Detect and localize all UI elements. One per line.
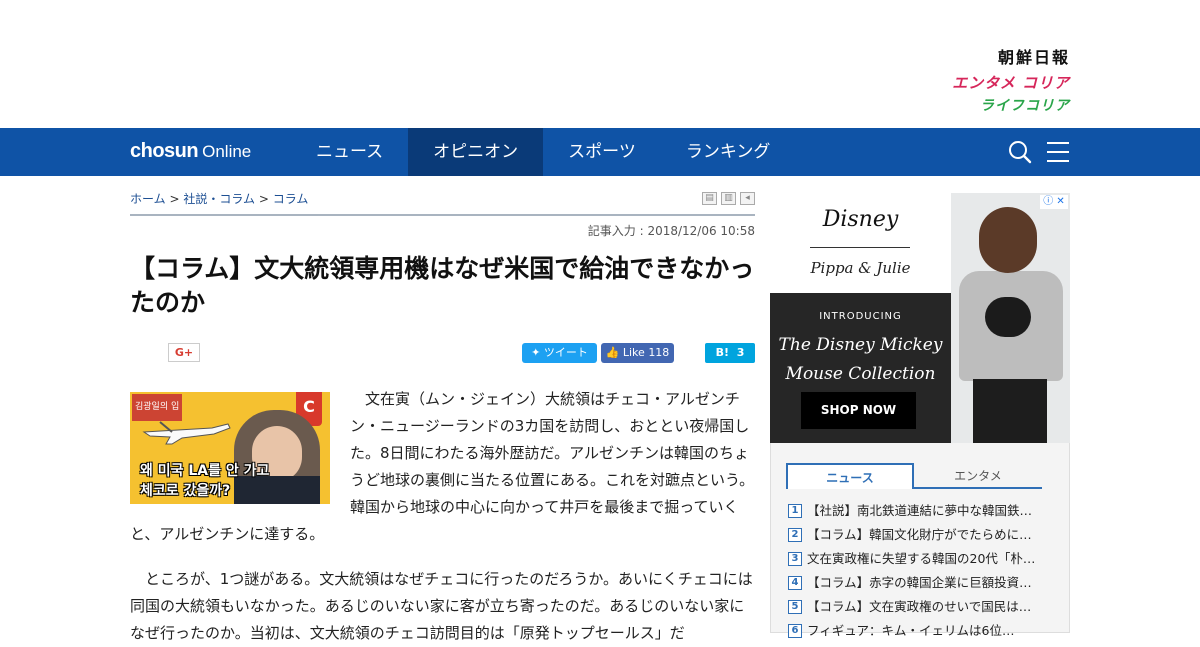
ad-disney-logo: Disney bbox=[822, 207, 899, 232]
entame-korea-link[interactable]: エンタメ コリア bbox=[952, 72, 1070, 93]
rank-title: 【コラム】赤字の韓国企業に巨額投資… bbox=[807, 575, 1032, 590]
rank-number: 6 bbox=[788, 624, 802, 638]
list-item[interactable]: 4 【コラム】赤字の韓国企業に巨額投資… bbox=[788, 571, 1058, 595]
ad-shop-now-button[interactable]: SHOP NOW bbox=[801, 392, 916, 429]
nav-item-sports[interactable]: スポーツ bbox=[543, 128, 661, 176]
mickey-icon bbox=[985, 297, 1031, 337]
rank-number: 1 bbox=[788, 504, 802, 518]
rank-number: 4 bbox=[788, 576, 802, 590]
breadcrumb-sep: > bbox=[169, 192, 180, 206]
rank-number: 3 bbox=[788, 552, 802, 566]
top-header: 朝鮮日報 エンタメ コリア ライフコリア bbox=[0, 0, 1200, 128]
thumbs-up-icon: 👍 bbox=[605, 346, 623, 359]
list-item[interactable]: 3 文在寅政権に失望する韓国の20代「朴… bbox=[788, 547, 1058, 571]
article-body: 김광일의 입 C 왜 미국 LA를 안 가고 체코로 갔을까? 文在寅（ムン・ジ… bbox=[130, 386, 755, 647]
hatena-bookmark-button[interactable]: B! 3 bbox=[705, 343, 755, 363]
airplane-icon bbox=[142, 421, 231, 445]
ranking-box: ニュース エンタメ 1 【社説】南北鉄道連結に夢中な韓国鉄… 2 【コラム】韓国文化… bbox=[770, 443, 1070, 638]
nav-item-ranking[interactable]: ランキング bbox=[661, 128, 796, 176]
search-icon[interactable] bbox=[1008, 140, 1032, 164]
sidebar: Disney Pippa & Julie INTRODUCING The Dis… bbox=[770, 193, 1070, 638]
hamburger-icon[interactable] bbox=[1046, 140, 1070, 164]
ranking-tabs: ニュース エンタメ bbox=[786, 463, 1042, 489]
list-item[interactable]: 1 【社説】南北鉄道連結に夢中な韓国鉄… bbox=[788, 499, 1058, 523]
ad-collection-line2: Mouse Collection bbox=[785, 364, 936, 384]
thumb-caption-line2: 체코로 갔을까? bbox=[140, 483, 231, 499]
ad-dark-panel: INTRODUCING The Disney Mickey Mouse Coll… bbox=[770, 293, 951, 443]
list-item[interactable]: 5 【コラム】文在寅政権のせいで国民は… bbox=[788, 595, 1058, 619]
fb-like-count: 118 bbox=[648, 346, 670, 359]
advertisement[interactable]: Disney Pippa & Julie INTRODUCING The Dis… bbox=[770, 193, 1070, 443]
twitter-icon: ✦ bbox=[531, 346, 544, 359]
list-item[interactable]: 6 フィギュア：キム・イェリムは6位… bbox=[788, 619, 1058, 643]
president-photo bbox=[234, 410, 320, 504]
fb-like-label: Like bbox=[622, 346, 645, 359]
breadcrumb-editorial[interactable]: 社説・コラム bbox=[183, 192, 255, 206]
life-korea-link[interactable]: ライフコリア bbox=[952, 95, 1070, 115]
nav-menu: ニュース オピニオン スポーツ ランキング bbox=[291, 128, 795, 176]
article-dateline: 記事入力 : 2018/12/06 10:58 bbox=[587, 224, 755, 238]
google-plus-button[interactable]: G+ bbox=[168, 343, 200, 362]
tab-news[interactable]: ニュース bbox=[786, 463, 914, 489]
breadcrumb-sep: > bbox=[258, 192, 269, 206]
ad-intro-text: INTRODUCING bbox=[819, 311, 902, 322]
breadcrumb-home[interactable]: ホーム bbox=[130, 192, 166, 206]
breadcrumb: ホーム > 社説・コラム > コラム bbox=[130, 190, 308, 207]
breadcrumb-row: ホーム > 社説・コラム > コラム ▤ ▥ ◂ bbox=[130, 176, 755, 216]
ad-collection-line1: The Disney Mickey bbox=[778, 335, 943, 355]
tab-entame[interactable]: エンタメ bbox=[914, 463, 1042, 489]
logo-bold-text: chosun bbox=[130, 140, 199, 162]
ad-kid-legs bbox=[973, 379, 1047, 443]
main-nav: chosun Online ニュース オピニオン スポーツ ランキング bbox=[0, 128, 1200, 176]
ad-choices-icon[interactable]: ⓘ ✕ bbox=[1040, 195, 1068, 209]
chosun-ilbo-link[interactable]: 朝鮮日報 bbox=[952, 44, 1070, 68]
ad-photo bbox=[951, 193, 1070, 443]
ad-pippa-logo: Pippa & Julie bbox=[810, 259, 911, 277]
article-paragraph-2: ところが、1つ謎がある。文大統領はなぜチェコに行ったのだろうか。あいにくチェコに… bbox=[130, 570, 753, 642]
breadcrumb-column[interactable]: コラム bbox=[273, 192, 309, 206]
nav-icons bbox=[1008, 140, 1070, 164]
video-thumbnail[interactable]: 김광일의 입 C 왜 미국 LA를 안 가고 체코로 갔을까? bbox=[130, 392, 330, 504]
rank-number: 2 bbox=[788, 528, 802, 542]
rank-title: 文在寅政権に失望する韓国の20代「朴… bbox=[807, 551, 1036, 566]
article-title: 【コラム】文大統領専用機はなぜ米国で給油できなかったのか bbox=[130, 254, 755, 317]
ad-left-panel: Disney Pippa & Julie INTRODUCING The Dis… bbox=[770, 193, 951, 443]
nav-item-opinion[interactable]: オピニオン bbox=[408, 128, 544, 176]
ranking-list: 1 【社説】南北鉄道連結に夢中な韓国鉄… 2 【コラム】韓国文化財庁がでたらめに… … bbox=[788, 499, 1058, 643]
share-bar: G+ ✦ ツイート 👍 Like 118 B! 3 bbox=[130, 336, 755, 370]
print-icon[interactable]: ▤ bbox=[702, 192, 717, 205]
brand-links: 朝鮮日報 エンタメ コリア ライフコリア bbox=[952, 44, 1070, 115]
list-item[interactable]: 2 【コラム】韓国文化財庁がでたらめに… bbox=[788, 523, 1058, 547]
text-size-icon[interactable]: ▥ bbox=[721, 192, 736, 205]
tweet-button[interactable]: ✦ ツイート bbox=[522, 343, 597, 363]
facebook-like-button[interactable]: 👍 Like 118 bbox=[601, 343, 674, 363]
article-column: ホーム > 社説・コラム > コラム ▤ ▥ ◂ 記事入力 : 2018/12/… bbox=[130, 176, 755, 647]
nav-item-news[interactable]: ニュース bbox=[291, 128, 408, 176]
ad-kid-head bbox=[979, 207, 1037, 273]
tweet-label: ツイート bbox=[543, 346, 588, 359]
site-logo[interactable]: chosun Online bbox=[130, 140, 251, 163]
logo-light-text: Online bbox=[202, 142, 252, 161]
back-icon[interactable]: ◂ bbox=[740, 192, 755, 205]
rank-title: 【社説】南北鉄道連結に夢中な韓国鉄… bbox=[807, 503, 1033, 518]
ad-divider bbox=[810, 247, 910, 248]
article-tools: ▤ ▥ ◂ bbox=[702, 192, 755, 205]
hatena-label: B! bbox=[715, 346, 730, 359]
rank-title: フィギュア：キム・イェリムは6位… bbox=[807, 623, 1015, 638]
rank-title: 【コラム】文在寅政権のせいで国民は… bbox=[807, 599, 1032, 614]
rank-title: 【コラム】韓国文化財庁がでたらめに… bbox=[807, 527, 1032, 542]
hatena-count: 3 bbox=[736, 346, 745, 359]
ad-collection-text: The Disney Mickey Mouse Collection bbox=[770, 331, 951, 389]
rank-number: 5 bbox=[788, 600, 802, 614]
